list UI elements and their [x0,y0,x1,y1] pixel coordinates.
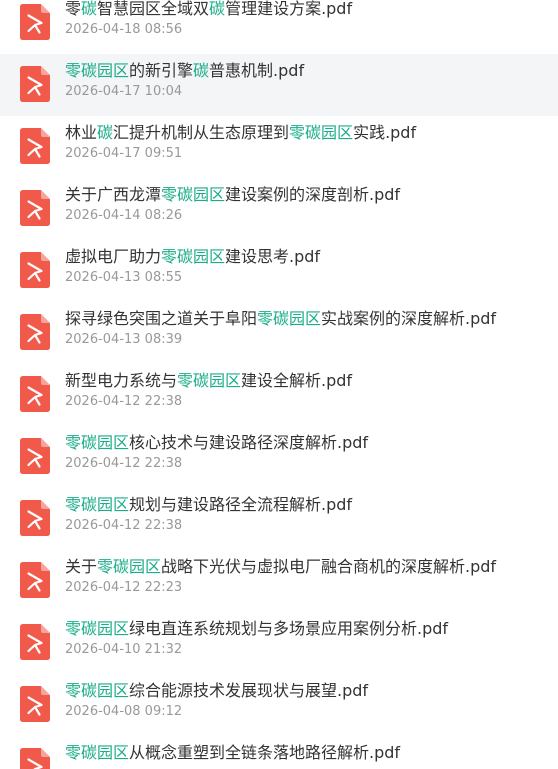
title-text: 的新引擎 [129,61,194,80]
file-title[interactable]: 虚拟电厂助力零碳园区建设思考.pdf [65,247,320,267]
file-row[interactable]: 零碳园区的新引擎碳普惠机制.pdf 2026-04-17 10:04 [0,54,558,116]
file-date: 2026-04-17 09:51 [65,146,183,161]
pdf-file-icon [20,500,50,536]
title-text: 核心技术与建设路径深度解析.pdf [129,433,369,452]
pdf-file-icon [20,624,50,660]
keyword-highlight: 碳 [193,61,210,80]
keyword-highlight: 零碳园区 [97,557,162,576]
pdf-file-icon [20,748,50,769]
file-row[interactable]: 零碳智慧园区全域双碳管理建设方案.pdf 2026-04-18 08:56 [0,0,558,54]
file-row[interactable]: 零碳园区从概念重塑到全链条落地路径解析.pdf [0,736,558,769]
pdf-file-icon [20,128,50,164]
file-title[interactable]: 林业碳汇提升机制从生态原理到零碳园区实践.pdf [65,123,416,143]
title-text: 绿电直连系统规划与多场景应用案例分析.pdf [129,619,449,638]
pdf-file-icon [20,252,50,288]
keyword-highlight: 零碳园区 [65,495,130,514]
pdf-file-icon [20,190,50,226]
file-title[interactable]: 关于零碳园区战略下光伏与虚拟电厂融合商机的深度解析.pdf [65,557,496,577]
title-text: 管理建设方案.pdf [225,0,353,18]
file-row[interactable]: 新型电力系统与零碳园区建设全解析.pdf 2026-04-12 22:38 [0,364,558,426]
keyword-highlight: 零碳园区 [65,619,130,638]
file-row[interactable]: 零碳园区绿电直连系统规划与多场景应用案例分析.pdf 2026-04-10 21:… [0,612,558,674]
file-date: 2026-04-12 22:38 [65,394,183,409]
file-date: 2026-04-13 08:39 [65,332,183,347]
file-date: 2026-04-12 22:38 [65,456,183,471]
file-title[interactable]: 零碳园区从概念重塑到全链条落地路径解析.pdf [65,743,400,763]
title-text: 智慧园区全域双 [97,0,210,18]
file-row[interactable]: 零碳园区规划与建设路径全流程解析.pdf 2026-04-12 22:38 [0,488,558,550]
pdf-file-icon [20,376,50,412]
file-row[interactable]: 探寻绿色突围之道关于阜阳零碳园区实战案例的深度解析.pdf 2026-04-13 … [0,302,558,364]
title-text: 建设全解析.pdf [241,371,353,390]
title-text: 建设案例的深度剖析.pdf [225,185,401,204]
pdf-file-icon [20,562,50,598]
file-date: 2026-04-08 09:12 [65,704,183,719]
file-date: 2026-04-14 08:26 [65,208,183,223]
file-title[interactable]: 探寻绿色突围之道关于阜阳零碳园区实战案例的深度解析.pdf [65,309,496,329]
title-text: 汇提升机制从生态原理到 [113,123,290,142]
file-title[interactable]: 关于广西龙潭零碳园区建设案例的深度剖析.pdf [65,185,400,205]
file-row[interactable]: 关于广西龙潭零碳园区建设案例的深度剖析.pdf 2026-04-14 08:26 [0,178,558,240]
title-text: 战略下光伏与虚拟电厂融合商机的深度解析.pdf [161,557,497,576]
file-row[interactable]: 零碳园区核心技术与建设路径深度解析.pdf 2026-04-12 22:38 [0,426,558,488]
keyword-highlight: 零碳园区 [65,433,130,452]
file-row[interactable]: 关于零碳园区战略下光伏与虚拟电厂融合商机的深度解析.pdf 2026-04-12 … [0,550,558,612]
title-text: 探寻绿色突围之道关于阜阳 [65,309,258,328]
title-text: 建设思考.pdf [225,247,321,266]
keyword-highlight: 零碳园区 [161,247,226,266]
file-title[interactable]: 零碳智慧园区全域双碳管理建设方案.pdf [65,0,352,19]
pdf-file-icon [20,4,50,40]
title-text: 关于广西龙潭 [65,185,162,204]
file-title[interactable]: 零碳园区的新引擎碳普惠机制.pdf [65,61,304,81]
file-date: 2026-04-10 21:32 [65,642,183,657]
file-title[interactable]: 零碳园区核心技术与建设路径深度解析.pdf [65,433,368,453]
title-text: 从概念重塑到全链条落地路径解析.pdf [129,743,401,762]
keyword-highlight: 零碳园区 [65,681,130,700]
file-title[interactable]: 零碳园区规划与建设路径全流程解析.pdf [65,495,352,515]
file-title[interactable]: 新型电力系统与零碳园区建设全解析.pdf [65,371,352,391]
keyword-highlight: 零碳园区 [177,371,242,390]
title-text: 规划与建设路径全流程解析.pdf [129,495,353,514]
title-text: 新型电力系统与 [65,371,178,390]
keyword-highlight: 碳 [209,0,226,18]
file-date: 2026-04-12 22:23 [65,580,183,595]
file-date: 2026-04-17 10:04 [65,84,183,99]
pdf-file-icon [20,438,50,474]
file-date: 2026-04-18 08:56 [65,22,183,37]
keyword-highlight: 零碳园区 [65,61,130,80]
keyword-highlight: 碳 [97,123,114,142]
keyword-highlight: 零碳园区 [289,123,354,142]
title-text: 综合能源技术发展现状与展望.pdf [129,681,369,700]
file-date: 2026-04-12 22:38 [65,518,183,533]
keyword-highlight: 碳 [81,0,98,18]
title-text: 关于 [65,557,98,576]
file-title[interactable]: 零碳园区绿电直连系统规划与多场景应用案例分析.pdf [65,619,448,639]
title-text: 虚拟电厂助力 [65,247,162,266]
pdf-file-icon [20,314,50,350]
pdf-file-icon [20,686,50,722]
keyword-highlight: 零碳园区 [161,185,226,204]
title-text: 零 [65,0,82,18]
title-text: 实战案例的深度解析.pdf [321,309,497,328]
file-title[interactable]: 零碳园区综合能源技术发展现状与展望.pdf [65,681,368,701]
title-text: 普惠机制.pdf [209,61,305,80]
pdf-file-icon [20,66,50,102]
file-list: 零碳智慧园区全域双碳管理建设方案.pdf 2026-04-18 08:56 零碳园区… [0,0,558,769]
keyword-highlight: 零碳园区 [65,743,130,762]
file-row[interactable]: 虚拟电厂助力零碳园区建设思考.pdf 2026-04-13 08:55 [0,240,558,302]
file-row[interactable]: 零碳园区综合能源技术发展现状与展望.pdf 2026-04-08 09:12 [0,674,558,736]
title-text: 实践.pdf [353,123,417,142]
file-row[interactable]: 林业碳汇提升机制从生态原理到零碳园区实践.pdf 2026-04-17 09:51 [0,116,558,178]
keyword-highlight: 零碳园区 [257,309,322,328]
file-date: 2026-04-13 08:55 [65,270,183,285]
title-text: 林业 [65,123,98,142]
